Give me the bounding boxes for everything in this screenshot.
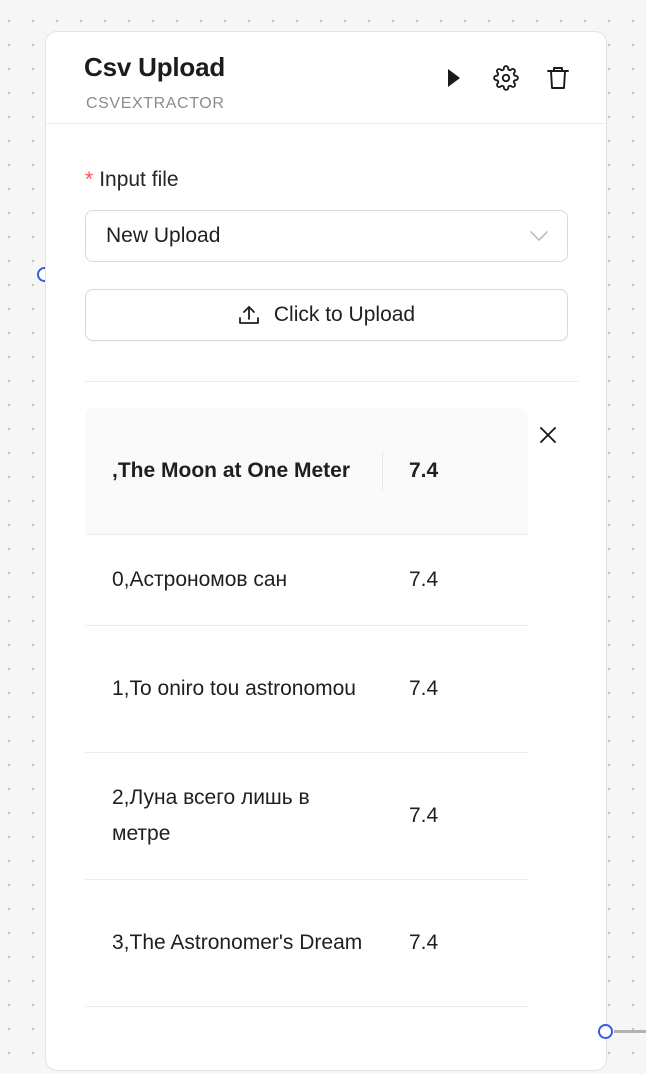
csv-upload-node[interactable]: Csv Upload CSVEXTRACTOR * Input file New… [45,31,607,1071]
node-actions [440,64,572,92]
output-connection-handle[interactable] [598,1024,613,1039]
table-row: 3,The Astronomer's Dream 7.4 [85,879,528,1007]
input-file-label: * Input file [85,168,179,192]
close-icon [540,427,556,443]
table-cell: 1,To oniro tou astronomou [85,625,383,753]
chevron-down-icon [530,231,548,241]
settings-button[interactable] [492,64,520,92]
node-title: Csv Upload [84,52,226,82]
table-cell: 7.4 [383,752,528,880]
section-divider [85,381,578,382]
table-row: 1,To oniro tou astronomou 7.4 [85,625,528,753]
click-to-upload-button[interactable]: Click to Upload [85,289,568,341]
table-cell: 0,Астрономов сан [85,534,383,626]
output-edge[interactable] [614,1030,646,1033]
delete-button[interactable] [544,64,572,92]
table-cell: 3,The Astronomer's Dream [85,879,383,1007]
clear-file-button[interactable] [535,422,561,448]
column-header: ,The Moon at One Meter [85,408,383,535]
input-file-select[interactable]: New Upload [85,210,568,262]
table-cell: 2,Луна всего лишь в метре [85,752,383,880]
column-header: 7.4 [383,408,528,535]
table-row: 2,Луна всего лишь в метре 7.4 [85,752,528,880]
run-button[interactable] [440,64,468,92]
table-cell: 7.4 [383,879,528,1007]
upload-button-label: Click to Upload [273,303,416,326]
select-value: New Upload [106,224,221,247]
play-icon [448,69,460,87]
upload-icon [238,306,259,324]
table-cell: 7.4 [383,625,528,753]
table-cell: 7.4 [383,534,528,626]
csv-preview-table: ,The Moon at One Meter 7.4 0,Астрономов … [85,408,528,1007]
trash-icon [547,67,569,89]
table-header-row: ,The Moon at One Meter 7.4 [85,408,528,535]
node-subtitle: CSVEXTRACTOR [86,95,225,112]
required-indicator: * [85,168,94,191]
gear-icon [493,65,519,91]
input-file-label-text: Input file [99,168,179,191]
table-row: 0,Астрономов сан 7.4 [85,534,528,626]
node-header: Csv Upload CSVEXTRACTOR [46,32,606,124]
